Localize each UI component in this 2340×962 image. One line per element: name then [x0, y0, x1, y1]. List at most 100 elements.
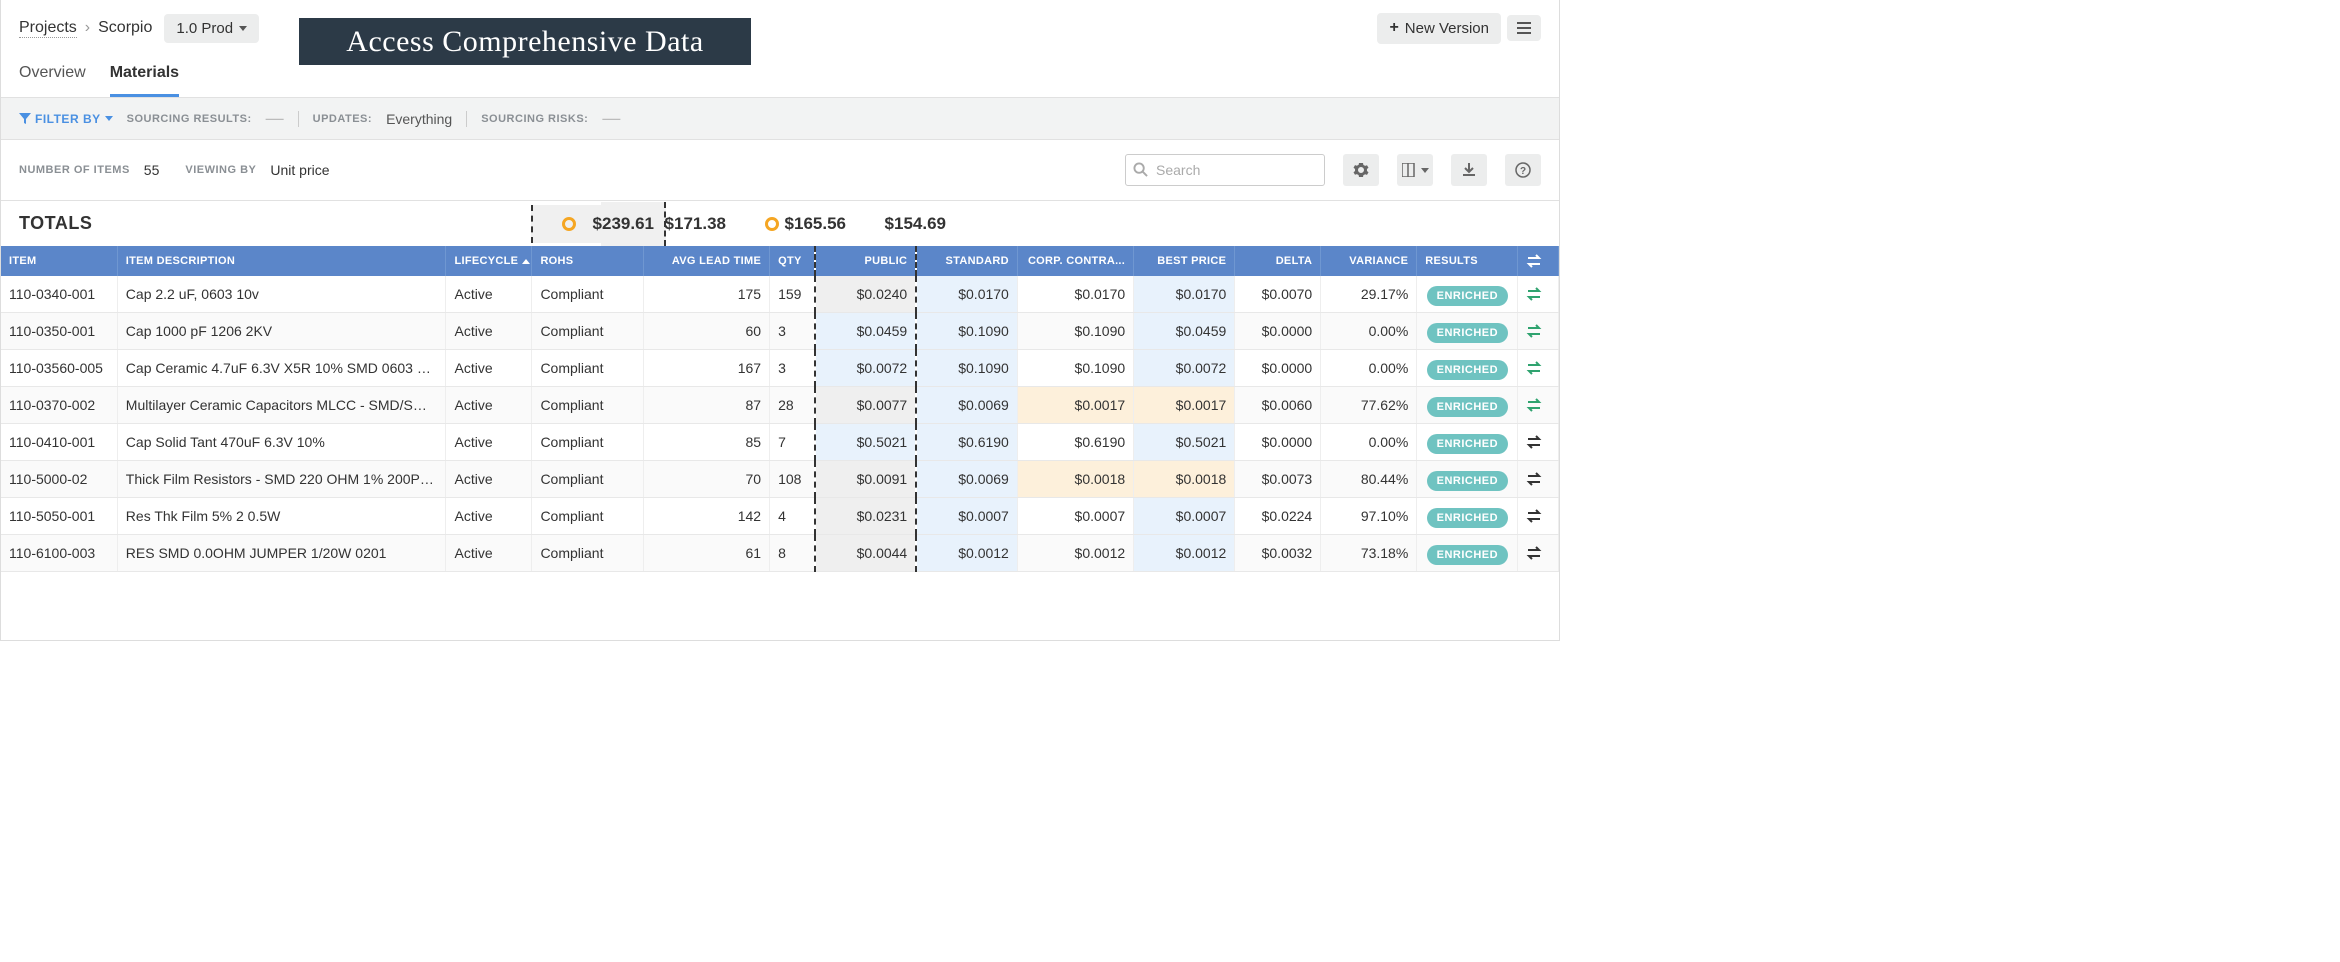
- settings-button[interactable]: [1343, 154, 1379, 186]
- col-corp[interactable]: CORP. CONTRA...: [1017, 246, 1133, 276]
- divider: [298, 111, 299, 127]
- totals-corp-value: $165.56: [785, 214, 846, 234]
- col-lead[interactable]: AVG LEAD TIME: [643, 246, 769, 276]
- cell-swap[interactable]: [1518, 461, 1559, 498]
- cell-best: $0.0012: [1134, 535, 1235, 572]
- enriched-badge: ENRICHED: [1427, 545, 1508, 565]
- breadcrumb-projects[interactable]: Projects: [19, 19, 77, 38]
- col-best[interactable]: BEST PRICE: [1134, 246, 1235, 276]
- cell-public: $0.0231: [815, 498, 916, 535]
- caret-down-icon: [1421, 168, 1429, 173]
- columns-button[interactable]: [1397, 154, 1433, 186]
- cell-swap[interactable]: [1518, 424, 1559, 461]
- enriched-badge: ENRICHED: [1427, 508, 1508, 528]
- swap-icon: [1526, 435, 1542, 449]
- cell-best: $0.0459: [1134, 313, 1235, 350]
- viewing-by-value[interactable]: Unit price: [270, 162, 329, 178]
- cell-lifecycle: Active: [446, 498, 532, 535]
- cell-description: Cap 1000 pF 1206 2KV: [117, 313, 446, 350]
- cell-lead: 60: [643, 313, 769, 350]
- cell-qty: 3: [770, 313, 816, 350]
- funnel-icon: [19, 113, 31, 125]
- col-item[interactable]: ITEM: [1, 246, 117, 276]
- menu-button[interactable]: [1507, 15, 1541, 41]
- table-row[interactable]: 110-6100-003RES SMD 0.0OHM JUMPER 1/20W …: [1, 535, 1559, 572]
- updates-value[interactable]: Everything: [386, 111, 452, 127]
- enriched-badge: ENRICHED: [1427, 397, 1508, 417]
- cell-corp: $0.0018: [1017, 461, 1133, 498]
- cell-standard: $0.0012: [916, 535, 1017, 572]
- col-delta[interactable]: DELTA: [1235, 246, 1321, 276]
- cell-corp: $0.1090: [1017, 350, 1133, 387]
- version-selector[interactable]: 1.0 Prod: [164, 14, 259, 43]
- totals-best: $154.69: [856, 202, 956, 246]
- cell-swap[interactable]: [1518, 535, 1559, 572]
- cell-best: $0.0170: [1134, 276, 1235, 313]
- cell-variance: 0.00%: [1321, 424, 1417, 461]
- cell-qty: 28: [770, 387, 816, 424]
- info-bar: NUMBER OF ITEMS 55 VIEWING BY Unit price…: [1, 140, 1559, 200]
- table-row[interactable]: 110-5000-02Thick Film Resistors - SMD 22…: [1, 461, 1559, 498]
- search-wrap: [1125, 154, 1325, 186]
- sourcing-risks-value: —: [602, 108, 620, 129]
- tab-materials[interactable]: Materials: [110, 54, 179, 97]
- help-button[interactable]: ?: [1505, 154, 1541, 186]
- filter-by-label: FILTER BY: [35, 112, 101, 126]
- cell-swap[interactable]: [1518, 350, 1559, 387]
- cell-description: Thick Film Resistors - SMD 220 OHM 1% 20…: [117, 461, 446, 498]
- col-public[interactable]: PUBLIC: [815, 246, 916, 276]
- table-row[interactable]: 110-03560-005Cap Ceramic 4.7uF 6.3V X5R …: [1, 350, 1559, 387]
- chevron-right-icon: ›: [85, 19, 90, 37]
- new-version-button[interactable]: + New Version: [1377, 13, 1501, 44]
- columns-icon: [1402, 163, 1418, 177]
- tab-overview[interactable]: Overview: [19, 54, 86, 97]
- cell-qty: 8: [770, 535, 816, 572]
- cell-public: $0.5021: [815, 424, 916, 461]
- cell-rohs: Compliant: [532, 276, 643, 313]
- cell-best: $0.0018: [1134, 461, 1235, 498]
- cell-swap[interactable]: [1518, 387, 1559, 424]
- cell-delta: $0.0073: [1235, 461, 1321, 498]
- table-row[interactable]: 110-0410-001Cap Solid Tant 470uF 6.3V 10…: [1, 424, 1559, 461]
- col-description[interactable]: ITEM DESCRIPTION: [117, 246, 446, 276]
- cell-public: $0.0240: [815, 276, 916, 313]
- col-rohs[interactable]: ROHS: [532, 246, 643, 276]
- table-row[interactable]: 110-0340-001Cap 2.2 uF, 0603 10vActiveCo…: [1, 276, 1559, 313]
- search-input[interactable]: [1125, 154, 1325, 186]
- cell-variance: 97.10%: [1321, 498, 1417, 535]
- col-swap[interactable]: [1518, 246, 1559, 276]
- cell-lead: 175: [643, 276, 769, 313]
- cell-description: RES SMD 0.0OHM JUMPER 1/20W 0201: [117, 535, 446, 572]
- table-row[interactable]: 110-0370-002Multilayer Ceramic Capacitor…: [1, 387, 1559, 424]
- col-lifecycle[interactable]: LIFECYCLE: [446, 246, 532, 276]
- download-button[interactable]: [1451, 154, 1487, 186]
- cell-best: $0.5021: [1134, 424, 1235, 461]
- filter-by-button[interactable]: FILTER BY: [19, 112, 113, 126]
- cell-results: ENRICHED: [1417, 350, 1518, 387]
- cell-lifecycle: Active: [446, 313, 532, 350]
- cell-variance: 73.18%: [1321, 535, 1417, 572]
- col-results[interactable]: RESULTS: [1417, 246, 1518, 276]
- cell-results: ENRICHED: [1417, 461, 1518, 498]
- col-standard[interactable]: STANDARD: [916, 246, 1017, 276]
- table-row[interactable]: 110-5050-001Res Thk Film 5% 2 0.5WActive…: [1, 498, 1559, 535]
- cell-swap[interactable]: [1518, 276, 1559, 313]
- cell-corp: $0.0007: [1017, 498, 1133, 535]
- cell-standard: $0.0069: [916, 461, 1017, 498]
- col-variance[interactable]: VARIANCE: [1321, 246, 1417, 276]
- cell-results: ENRICHED: [1417, 424, 1518, 461]
- cell-swap[interactable]: [1518, 498, 1559, 535]
- col-qty[interactable]: QTY: [770, 246, 816, 276]
- cell-rohs: Compliant: [532, 313, 643, 350]
- cell-lifecycle: Active: [446, 387, 532, 424]
- totals-public: [531, 205, 601, 243]
- cell-qty: 7: [770, 424, 816, 461]
- cell-qty: 3: [770, 350, 816, 387]
- updates-label: UPDATES:: [313, 113, 372, 125]
- cell-item: 110-5000-02: [1, 461, 117, 498]
- cell-swap[interactable]: [1518, 313, 1559, 350]
- table-row[interactable]: 110-0350-001Cap 1000 pF 1206 2KVActiveCo…: [1, 313, 1559, 350]
- sourcing-results-label: SOURCING RESULTS:: [127, 113, 252, 125]
- header: Projects › Scorpio 1.0 Prod + New Versio…: [1, 0, 1559, 48]
- cell-best: $0.0017: [1134, 387, 1235, 424]
